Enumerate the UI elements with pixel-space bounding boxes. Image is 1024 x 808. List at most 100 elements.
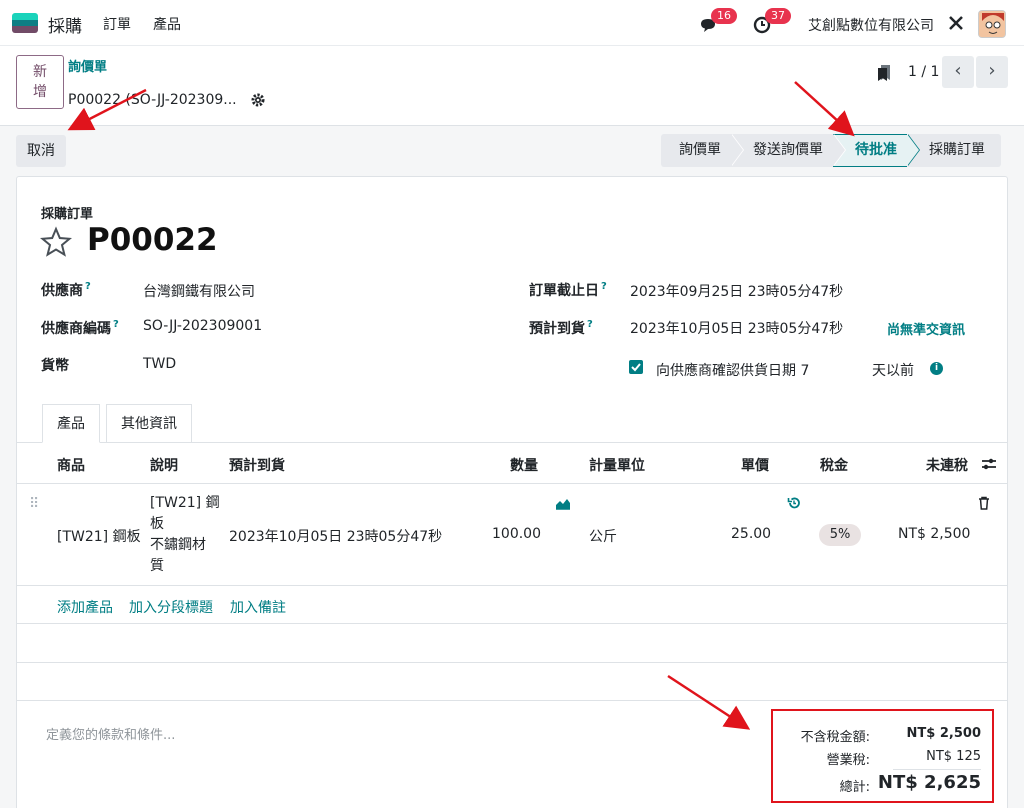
col-description[interactable]: 說明 [150,455,178,475]
row-divider [17,700,1007,701]
stage-label: 待批准 [855,142,897,158]
deadline-label-text: 訂單截止日 [529,283,599,299]
col-product[interactable]: 商品 [57,455,85,475]
tab-products[interactable]: 產品 [42,404,100,443]
chevron-left-icon: ‹ [954,60,962,81]
stage-rfq-sent[interactable]: 發送詢價單 [731,134,846,167]
history-icon[interactable] [787,496,801,510]
pager-next-button[interactable]: › [976,56,1008,88]
user-avatar[interactable] [978,10,1006,38]
activities-button[interactable]: 37 [753,8,791,36]
stage-label: 採購訂單 [929,142,985,158]
stage-label: 發送詢價單 [753,142,823,158]
col-expected-arrival[interactable]: 預計到貨 [229,455,285,475]
col-taxes[interactable]: 稅金 [820,455,848,475]
vendor-ref-field[interactable]: SO-JJ-202309001 [143,318,262,334]
add-product-link[interactable]: 添加產品 [57,597,113,617]
currency-label: 貨幣 [41,358,69,374]
help-mark[interactable]: ? [113,319,119,330]
star-icon[interactable] [40,226,72,258]
stage-label: 詢價單 [679,142,721,158]
desc-line: 不鏽鋼材 [150,537,206,553]
check-icon [631,363,641,372]
stage-rfq[interactable]: 詢價單 [661,134,744,167]
messages-count-badge: 16 [711,8,737,24]
expected-arrival-label: 預計到貨? [529,318,593,338]
total-amount: NT$ 2,625 [877,772,981,793]
line-description[interactable]: [TW21] 鋼 板 不鏽鋼材 質 [150,493,220,577]
record-title: P00022 [87,222,218,258]
line-expected-arrival[interactable]: 2023年10月05日 23時05分47秒 [229,526,442,546]
help-mark[interactable]: ? [85,281,91,292]
help-mark[interactable]: ? [587,319,593,330]
vendor-ref-label: 供應商編碼? [41,318,119,338]
desc-line: 質 [150,558,164,574]
gear-icon[interactable] [250,92,266,108]
deadline-field[interactable]: 2023年09月25日 23時05分47秒 [630,281,843,301]
trash-icon[interactable] [978,496,990,510]
tab-other-info[interactable]: 其他資訊 [106,404,192,443]
terms-conditions-field[interactable]: 定義您的條款和條件... [46,724,175,743]
pager-value[interactable]: 1 / 1 [908,64,939,80]
expected-arrival-field[interactable]: 2023年10月05日 23時05分47秒 [630,318,843,338]
row-divider [17,623,1007,624]
forecast-chart-icon[interactable] [555,496,571,510]
chevron-right-icon: › [988,60,996,81]
stage-purchase-order[interactable]: 採購訂單 [907,134,1001,167]
record-name: P00022 (SO-JJ-202309... [68,92,237,108]
vendor-ref-label-text: 供應商編碼 [41,321,111,337]
vendor-field[interactable]: 台灣鋼鐵有限公司 [143,281,255,301]
app-name[interactable]: 採購 [48,12,82,37]
status-bar: 詢價單 發送詢價單 待批准 採購訂單 [661,134,1001,167]
totals-divider [893,769,981,770]
document-type: 採購訂單 [41,207,94,222]
confirm-reminder-checkbox[interactable] [629,360,643,374]
bookmark-icon[interactable] [876,64,892,82]
desc-line: 板 [150,516,164,532]
company-switcher[interactable]: 艾創點數位有限公司 [808,15,934,35]
new-button[interactable]: 新增 [16,55,64,109]
untaxed-label: 不含稅金額: [800,730,870,745]
currency-field[interactable]: TWD [143,356,176,372]
drag-handle-icon[interactable]: ⠿ [29,496,39,512]
app-logo-icon[interactable] [12,13,38,33]
line-quantity[interactable]: 100.00 [492,526,541,542]
column-settings-icon[interactable] [981,457,997,471]
add-section-link[interactable]: 加入分段標題 [129,597,213,617]
top-navbar: 採購 訂單 產品 16 37 艾創點數位有限公司 [0,0,1024,46]
tools-icon[interactable] [948,15,964,31]
tax-badge[interactable]: 5% [819,524,861,546]
help-mark[interactable]: ? [601,281,607,292]
activities-count-badge: 37 [765,8,791,24]
line-subtotal: NT$ 2,500 [898,526,971,542]
col-unit-price[interactable]: 單價 [741,455,769,475]
header-divider [17,483,1007,484]
days-before-label: 天以前 [872,363,914,379]
untaxed-amount: NT$ 2,500 [906,726,981,741]
line-uom[interactable]: 公斤 [589,526,617,546]
pager-previous-button[interactable]: ‹ [942,56,974,88]
vendor-label: 供應商? [41,280,91,300]
col-subtotal[interactable]: 未連稅 [926,455,968,475]
messages-button[interactable]: 16 [699,8,737,36]
info-icon[interactable]: i [930,362,943,375]
breadcrumb[interactable]: 詢價單 [68,56,107,75]
on-time-info-link[interactable]: 尚無準交資訊 [887,319,965,338]
new-button-label: 新增 [33,64,47,100]
menu-orders[interactable]: 訂單 [103,14,131,34]
row-divider [17,585,1007,586]
line-unit-price[interactable]: 25.00 [731,526,771,542]
deadline-label: 訂單截止日? [529,280,607,300]
add-note-link[interactable]: 加入備註 [230,597,286,617]
col-uom[interactable]: 計量單位 [589,455,645,475]
control-panel: 新增 詢價單 P00022 (SO-JJ-202309... 1 / 1 ‹ › [0,46,1024,126]
tax-amount: NT$ 125 [926,749,981,764]
expected-arrival-label-text: 預計到貨 [529,321,585,337]
col-quantity[interactable]: 數量 [510,455,538,475]
vendor-label-text: 供應商 [41,283,83,299]
menu-products[interactable]: 產品 [153,14,181,34]
avatar-icon [979,11,1005,37]
line-product[interactable]: [TW21] 鋼板 [57,526,141,546]
row-divider [17,662,1007,663]
cancel-button[interactable]: 取消 [16,135,66,167]
